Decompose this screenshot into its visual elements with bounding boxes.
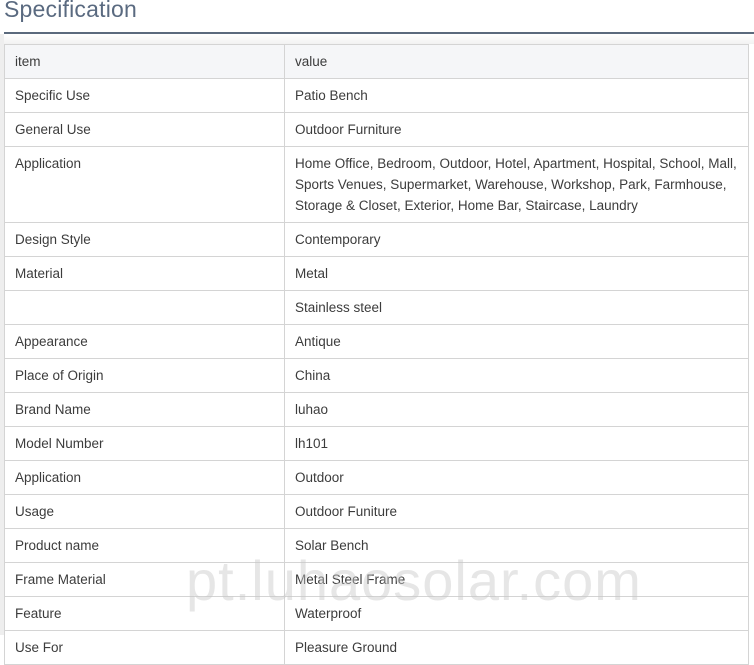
table-row: Stainless steel bbox=[4, 290, 749, 325]
row-value: Metal Steel Frame bbox=[284, 562, 749, 597]
row-item: Application bbox=[4, 460, 285, 495]
table-row: Frame Material Metal Steel Frame bbox=[4, 562, 749, 597]
row-item: Usage bbox=[4, 494, 285, 529]
row-value: Pleasure Ground bbox=[284, 630, 749, 665]
row-value: Contemporary bbox=[284, 222, 749, 257]
row-item: Material bbox=[4, 256, 285, 291]
row-item: Specific Use bbox=[4, 78, 285, 113]
row-item: Model Number bbox=[4, 426, 285, 461]
row-item: Design Style bbox=[4, 222, 285, 257]
specification-table-container: item value Specific Use Patio Bench Genera… bbox=[4, 44, 749, 665]
row-value: Metal bbox=[284, 256, 749, 291]
row-item: Product name bbox=[4, 528, 285, 563]
row-item: Application bbox=[4, 146, 285, 223]
table-row: Material Metal bbox=[4, 256, 749, 291]
table-row: Specific Use Patio Bench bbox=[4, 78, 749, 113]
table-row: Application Home Office, Bedroom, Outdoor… bbox=[4, 146, 749, 223]
table-row: Product name Solar Bench bbox=[4, 528, 749, 563]
row-value: Stainless steel bbox=[284, 290, 749, 325]
row-item: Appearance bbox=[4, 324, 285, 359]
table-row: Feature Waterproof bbox=[4, 596, 749, 631]
table-row: Use For Pleasure Ground bbox=[4, 630, 749, 665]
row-item: Use For bbox=[4, 630, 285, 665]
table-row: Usage Outdoor Funiture bbox=[4, 494, 749, 529]
table-row: Design Style Contemporary bbox=[4, 222, 749, 257]
row-item bbox=[4, 290, 285, 325]
table-row: Brand Name luhao bbox=[4, 392, 749, 427]
row-value: luhao bbox=[284, 392, 749, 427]
row-value: China bbox=[284, 358, 749, 393]
page-title: Specification bbox=[4, 0, 138, 22]
row-value: Solar Bench bbox=[284, 528, 749, 563]
row-value: Antique bbox=[284, 324, 749, 359]
row-item: Brand Name bbox=[4, 392, 285, 427]
row-item: Place of Origin bbox=[4, 358, 285, 393]
row-value: Waterproof bbox=[284, 596, 749, 631]
row-item: General Use bbox=[4, 112, 285, 147]
row-value: Outdoor bbox=[284, 460, 749, 495]
table-row: Model Number lh101 bbox=[4, 426, 749, 461]
row-value: lh101 bbox=[284, 426, 749, 461]
table-header-row: item value bbox=[4, 44, 749, 79]
row-value: Patio Bench bbox=[284, 78, 749, 113]
row-value: Outdoor Funiture bbox=[284, 494, 749, 529]
row-value: Outdoor Furniture bbox=[284, 112, 749, 147]
header-value: value bbox=[284, 44, 749, 79]
table-row: Application Outdoor bbox=[4, 460, 749, 495]
row-item: Feature bbox=[4, 596, 285, 631]
table-row: General Use Outdoor Furniture bbox=[4, 112, 749, 147]
row-value: Home Office, Bedroom, Outdoor, Hotel, Ap… bbox=[284, 146, 749, 223]
header-item: item bbox=[4, 44, 285, 79]
specification-table: item value Specific Use Patio Bench Genera… bbox=[4, 44, 749, 665]
table-row: Appearance Antique bbox=[4, 324, 749, 359]
row-item: Frame Material bbox=[4, 562, 285, 597]
table-shadow bbox=[4, 34, 754, 44]
table-row: Place of Origin China bbox=[4, 358, 749, 393]
